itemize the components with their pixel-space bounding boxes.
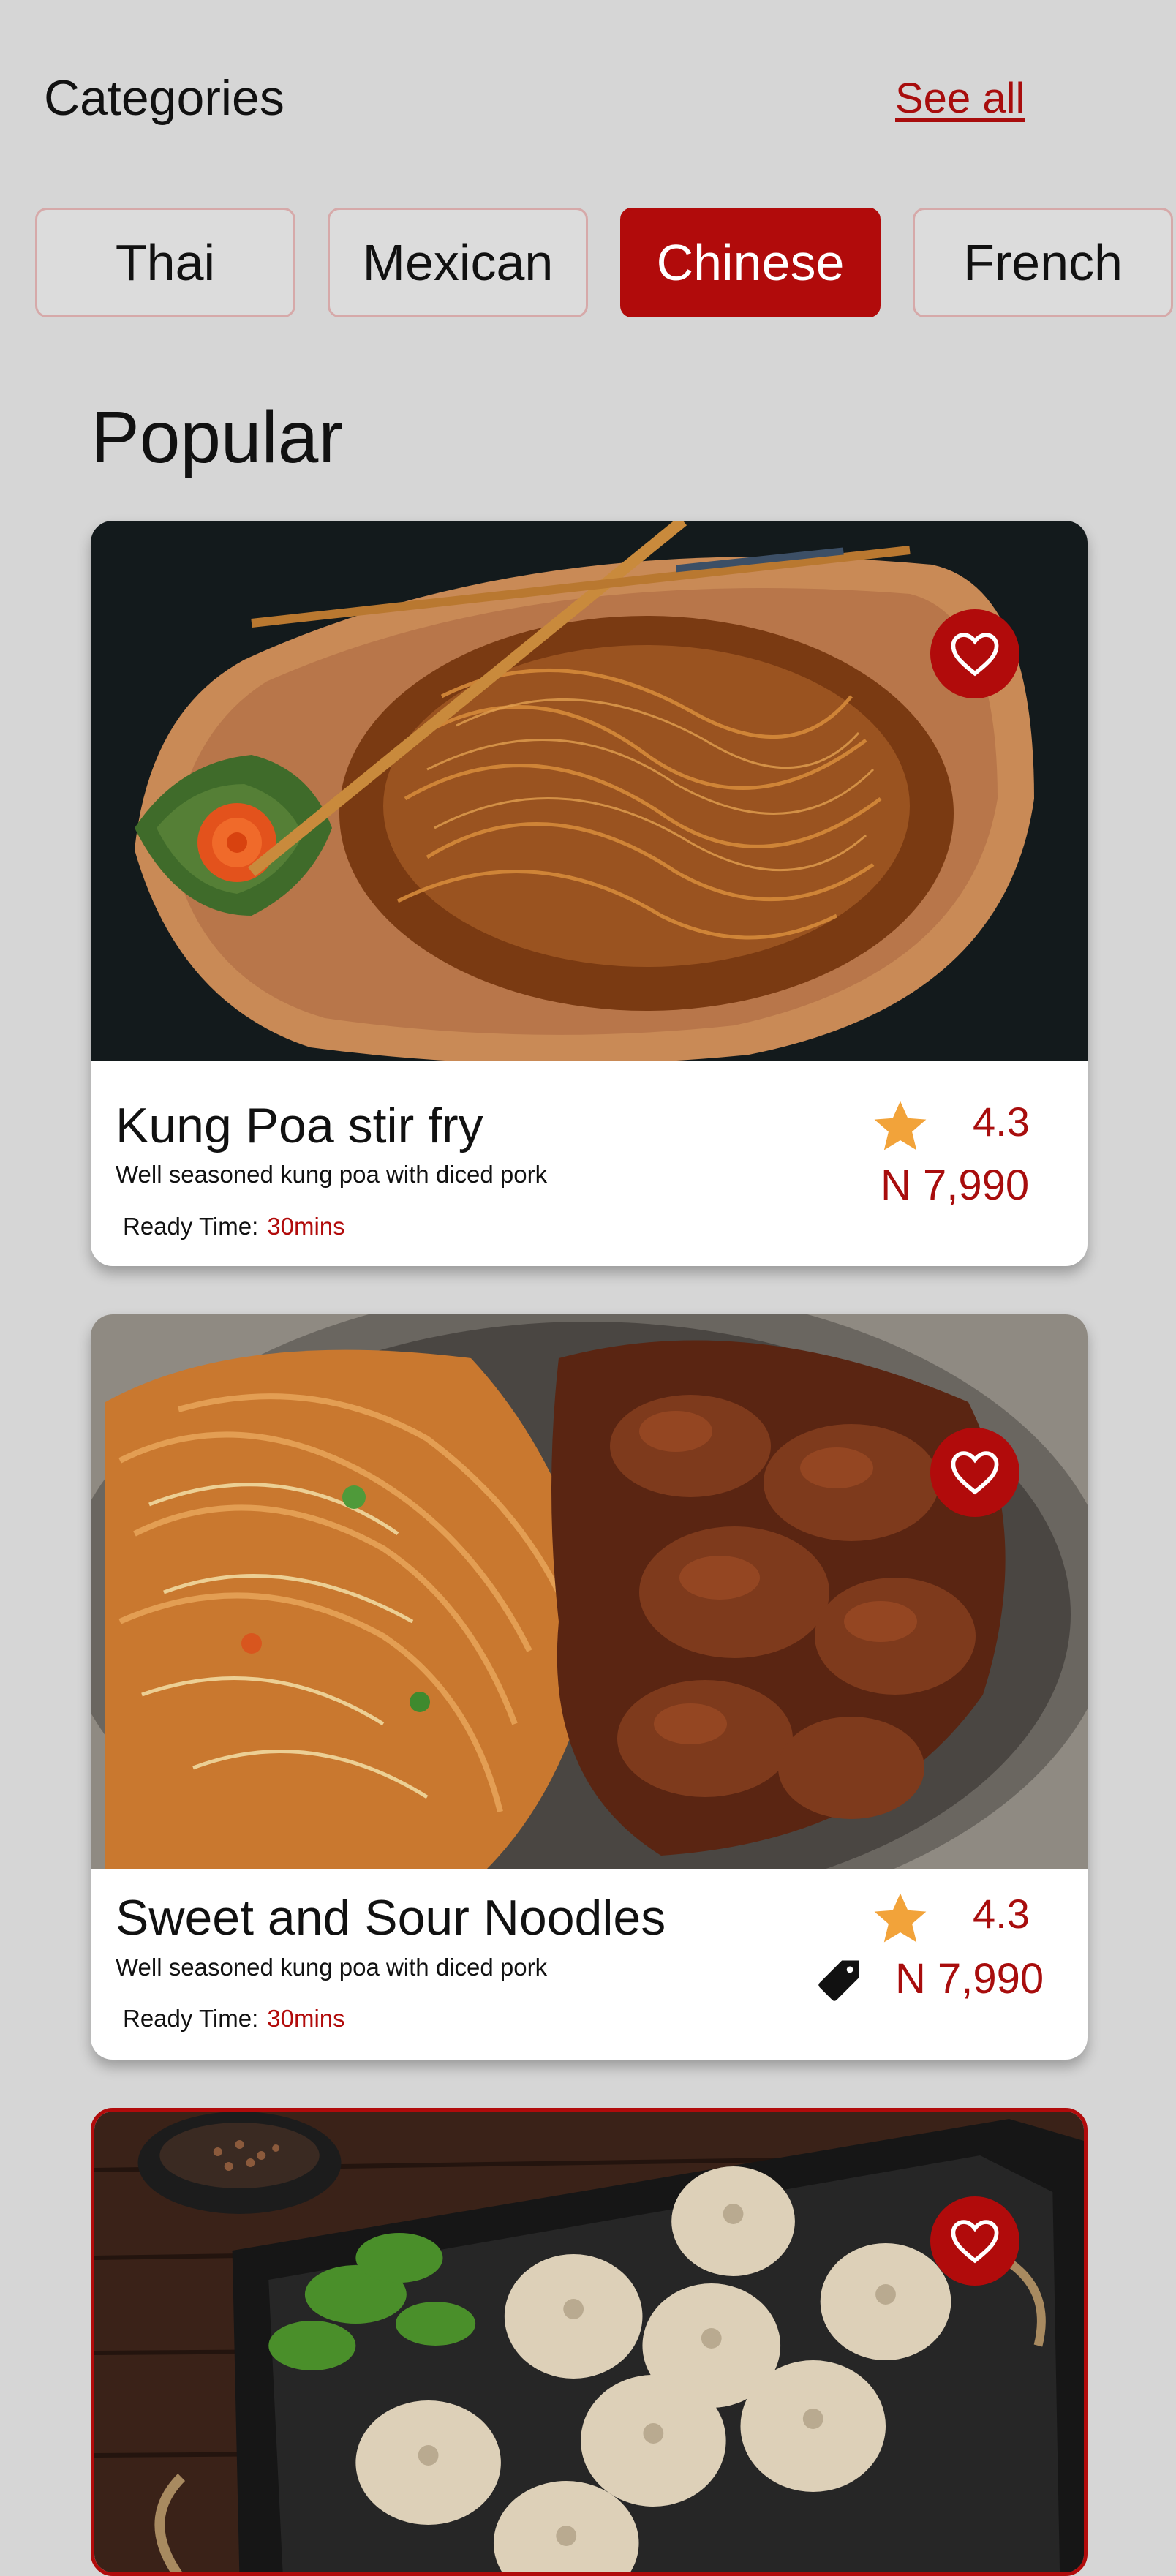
favorite-button[interactable] [930, 1428, 1019, 1517]
see-all-link[interactable]: See all [895, 78, 1025, 120]
dish-card-dumplings[interactable] [91, 2108, 1088, 2576]
ready-time-label: Ready Time: [123, 2005, 259, 2032]
dish-description: Well seasoned kung poa with diced pork [116, 1161, 548, 1188]
price-tag-icon [818, 1960, 859, 2001]
category-pill-mexican[interactable]: Mexican [328, 208, 588, 317]
dish-card-sweet-sour-noodles[interactable]: Sweet and Sour Noodles Well seasoned kun… [91, 1314, 1088, 2060]
star-icon [874, 1893, 927, 1943]
ready-time-value: 30mins [267, 1213, 345, 1240]
ready-time-label: Ready Time: [123, 1213, 259, 1240]
heart-icon [951, 2220, 999, 2264]
star-icon [874, 1101, 927, 1150]
rating-value: 4.3 [973, 1099, 1030, 1145]
dish-name: Sweet and Sour Noodles [116, 1890, 666, 1946]
favorite-button[interactable] [930, 609, 1019, 698]
price: N 7,990 [881, 1161, 1030, 1209]
dish-image [94, 2112, 1084, 2572]
dish-name: Kung Poa stir fry [116, 1098, 483, 1153]
ready-time: Ready Time: 30mins [123, 1214, 345, 1238]
category-pill-thai[interactable]: Thai [35, 208, 295, 317]
heart-icon [951, 633, 999, 677]
ready-time: Ready Time: 30mins [123, 2006, 345, 2030]
rating-value: 4.3 [973, 1891, 1030, 1937]
dish-card-kung-poa[interactable]: Kung Poa stir fry Well seasoned kung poa… [91, 521, 1088, 1266]
heart-icon [951, 1451, 999, 1495]
price: N 7,990 [895, 1955, 1044, 2003]
dish-image [91, 1314, 1088, 1869]
popular-section-title: Popular [91, 396, 343, 478]
categories-title: Categories [44, 70, 284, 126]
category-pill-chinese[interactable]: Chinese [620, 208, 881, 317]
favorite-button[interactable] [930, 2196, 1019, 2286]
ready-time-value: 30mins [267, 2005, 345, 2032]
dish-image [91, 521, 1088, 1061]
dish-description: Well seasoned kung poa with diced pork [116, 1954, 548, 1981]
category-pill-french[interactable]: French [913, 208, 1173, 317]
